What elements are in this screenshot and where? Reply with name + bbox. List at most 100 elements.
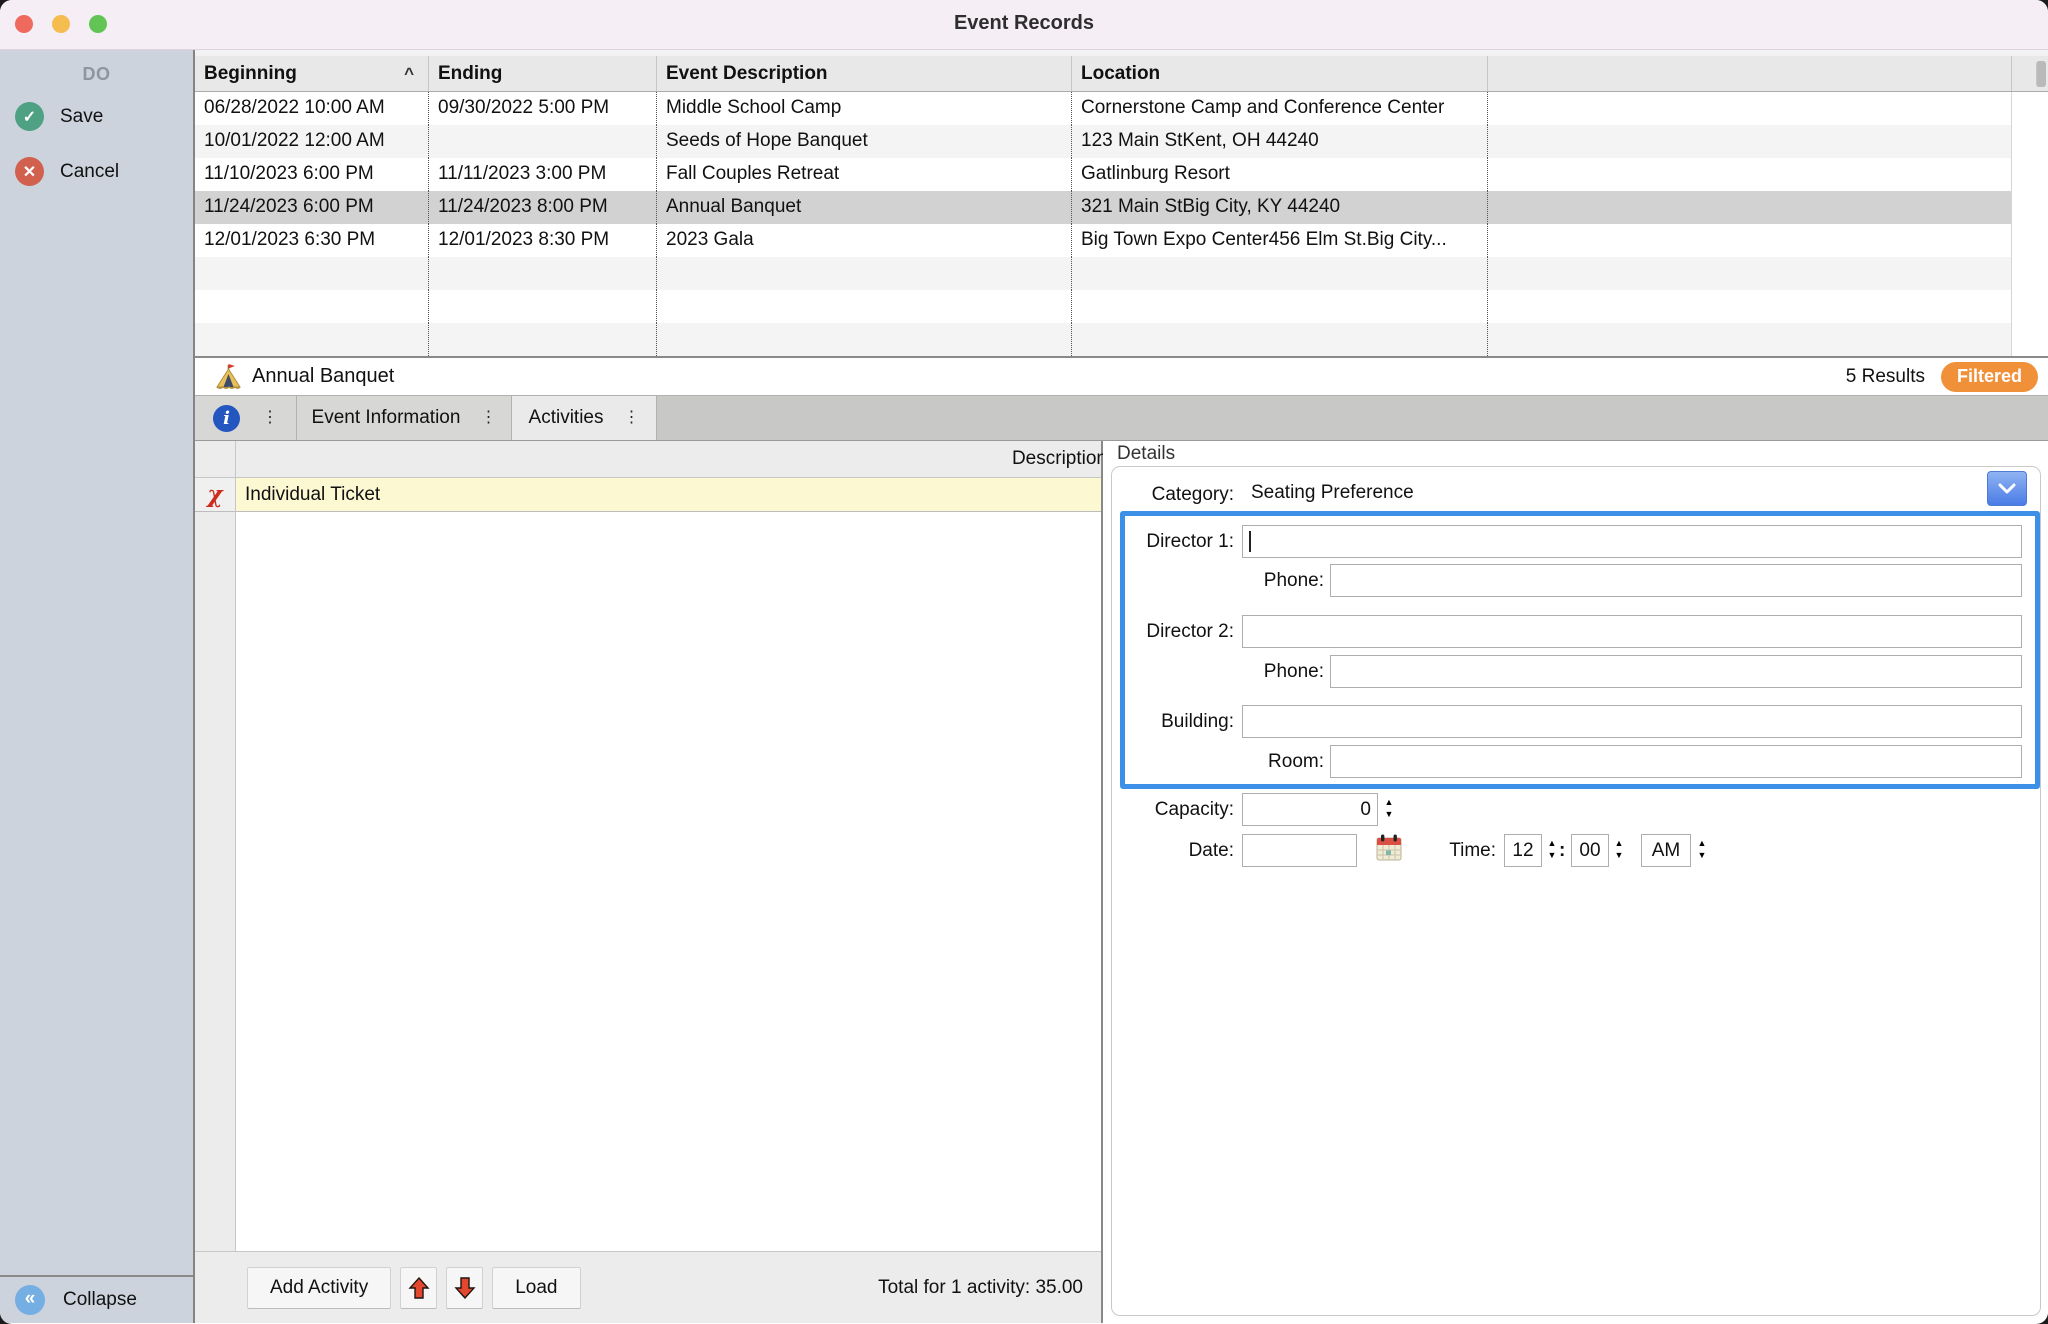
stepper-down-icon[interactable]: ▼ bbox=[1615, 851, 1624, 860]
table-row[interactable]: 06/28/2022 10:00 AM 09/30/2022 5:00 PM M… bbox=[195, 92, 2048, 125]
phone2-field[interactable] bbox=[1330, 655, 2022, 688]
stepper-up-icon[interactable]: ▲ bbox=[1548, 839, 1557, 848]
selected-event-bar: Annual Banquet 5 Results Filtered bbox=[195, 356, 2048, 396]
sort-ascending-icon: ^ bbox=[404, 56, 414, 91]
activity-description: Individual Ticket bbox=[236, 478, 1101, 512]
add-activity-button[interactable]: Add Activity bbox=[247, 1267, 391, 1309]
collapse-button[interactable]: « Collapse bbox=[0, 1275, 193, 1323]
activities-empty-area bbox=[236, 512, 1101, 1251]
column-header-ending[interactable]: Ending bbox=[428, 56, 656, 91]
time-separator: : bbox=[1559, 840, 1565, 862]
tab-event-information[interactable]: Event Information ⋮ bbox=[297, 396, 512, 440]
table-row[interactable]: 11/10/2023 6:00 PM 11/11/2023 3:00 PM Fa… bbox=[195, 158, 2048, 191]
phone1-field[interactable] bbox=[1330, 564, 2022, 597]
phone1-label: Phone: bbox=[1103, 564, 1324, 597]
category-value: Seating Preference bbox=[1251, 482, 1414, 504]
table-row-empty bbox=[195, 290, 2048, 323]
hour-stepper[interactable]: ▲ ▼ bbox=[1544, 839, 1560, 860]
text-cursor bbox=[1249, 531, 1251, 552]
filtered-badge: Filtered bbox=[1941, 362, 2038, 392]
stepper-down-icon[interactable]: ▼ bbox=[1698, 851, 1707, 860]
save-button[interactable]: ✓ Save bbox=[0, 93, 193, 140]
cancel-x-icon: ✕ bbox=[15, 157, 44, 186]
stepper-down-icon[interactable]: ▼ bbox=[1548, 851, 1557, 860]
activity-row[interactable]: χ Individual Ticket bbox=[195, 478, 1101, 512]
menu-dots-icon[interactable]: ⋮ bbox=[262, 410, 278, 426]
collapse-chevrons-icon: « bbox=[15, 1285, 45, 1315]
stepper-up-icon[interactable]: ▲ bbox=[1698, 839, 1707, 848]
results-count: 5 Results bbox=[1846, 366, 1925, 388]
column-header-beginning[interactable]: Beginning ^ bbox=[195, 56, 428, 91]
cancel-button-label: Cancel bbox=[60, 161, 119, 183]
menu-dots-icon[interactable]: ⋮ bbox=[623, 410, 639, 426]
sidebar: DO ✓ Save ✕ Cancel « Collapse bbox=[0, 50, 195, 1323]
move-up-button[interactable] bbox=[400, 1267, 437, 1309]
activities-panel: Description χ Individual Ticket bbox=[195, 441, 1103, 1323]
window-title: Event Records bbox=[0, 12, 2048, 35]
building-field[interactable] bbox=[1242, 705, 2022, 738]
load-button[interactable]: Load bbox=[492, 1267, 580, 1309]
tab-label: Event Information bbox=[312, 407, 461, 429]
tab-activities[interactable]: Activities ⋮ bbox=[512, 396, 657, 440]
time-label: Time: bbox=[1413, 834, 1496, 867]
capacity-label: Capacity: bbox=[1103, 793, 1234, 826]
time-hour-field[interactable]: 12 bbox=[1504, 834, 1542, 867]
circus-tent-icon bbox=[215, 363, 242, 390]
activities-list: χ Individual Ticket bbox=[195, 478, 1101, 1251]
column-header-event-description[interactable]: Event Description bbox=[656, 56, 1071, 91]
tab-label: Activities bbox=[529, 407, 604, 429]
phone2-label: Phone: bbox=[1103, 655, 1324, 688]
chevron-down-icon bbox=[1998, 483, 2016, 495]
time-meridiem-field[interactable]: AM bbox=[1641, 834, 1691, 867]
cancel-button[interactable]: ✕ Cancel bbox=[0, 148, 193, 195]
capacity-field[interactable]: 0 bbox=[1242, 793, 1378, 826]
vertical-scrollbar-thumb[interactable] bbox=[2036, 61, 2046, 87]
category-label: Category: bbox=[1123, 484, 1234, 506]
stepper-down-icon[interactable]: ▼ bbox=[1385, 810, 1394, 819]
save-check-icon: ✓ bbox=[15, 102, 44, 131]
category-dropdown-button[interactable] bbox=[1987, 471, 2027, 506]
details-panel: Details Category: Seating Preference Dir… bbox=[1103, 441, 2048, 1323]
save-button-label: Save bbox=[60, 106, 103, 128]
activities-gutter-header bbox=[195, 441, 236, 477]
table-row[interactable]: 12/01/2023 6:30 PM 12/01/2023 8:30 PM 20… bbox=[195, 224, 2048, 257]
minute-stepper[interactable]: ▲ ▼ bbox=[1611, 839, 1627, 860]
table-row[interactable]: 10/01/2022 12:00 AM Seeds of Hope Banque… bbox=[195, 125, 2048, 158]
activity-delete-cell[interactable]: χ bbox=[195, 478, 236, 512]
stepper-up-icon[interactable]: ▲ bbox=[1385, 798, 1394, 807]
director2-label: Director 2: bbox=[1103, 615, 1234, 648]
calendar-icon[interactable] bbox=[1375, 833, 1403, 862]
up-arrow-icon bbox=[408, 1276, 430, 1300]
info-icon[interactable]: i bbox=[213, 405, 240, 432]
meridiem-stepper[interactable]: ▲ ▼ bbox=[1694, 839, 1710, 860]
director1-label: Director 1: bbox=[1103, 525, 1234, 558]
column-header-empty bbox=[1487, 56, 2011, 91]
capacity-stepper[interactable]: ▲ ▼ bbox=[1381, 798, 1397, 819]
description-column-header[interactable]: Description bbox=[236, 441, 1107, 477]
event-records-table: Beginning ^ Ending Event Description Loc… bbox=[195, 50, 2048, 356]
column-header-location[interactable]: Location bbox=[1071, 56, 1487, 91]
date-label: Date: bbox=[1103, 834, 1234, 867]
table-row-empty bbox=[195, 323, 2048, 356]
activities-gutter-column bbox=[195, 512, 236, 1251]
room-label: Room: bbox=[1103, 745, 1324, 778]
activities-header-row: Description bbox=[195, 441, 1101, 478]
titlebar: Event Records bbox=[0, 0, 2048, 50]
director2-field[interactable] bbox=[1242, 615, 2022, 648]
table-row-empty bbox=[195, 257, 2048, 290]
table-row-selected[interactable]: 11/24/2023 6:00 PM 11/24/2023 8:00 PM An… bbox=[195, 191, 2048, 224]
move-down-button[interactable] bbox=[446, 1267, 483, 1309]
building-label: Building: bbox=[1103, 705, 1234, 738]
info-segment: i ⋮ bbox=[195, 396, 297, 440]
activities-footer: Add Activity Load Total for 1 bbox=[195, 1251, 1101, 1323]
time-minute-field[interactable]: 00 bbox=[1571, 834, 1609, 867]
menu-dots-icon[interactable]: ⋮ bbox=[480, 410, 496, 426]
sidebar-header: DO bbox=[0, 50, 193, 85]
director1-field[interactable] bbox=[1242, 525, 2022, 558]
room-field[interactable] bbox=[1330, 745, 2022, 778]
tab-bar: i ⋮ Event Information ⋮ Activities ⋮ bbox=[195, 396, 2048, 441]
down-arrow-icon bbox=[454, 1276, 476, 1300]
date-field[interactable] bbox=[1242, 834, 1357, 867]
details-group-label: Details bbox=[1117, 443, 1175, 465]
stepper-up-icon[interactable]: ▲ bbox=[1615, 839, 1624, 848]
